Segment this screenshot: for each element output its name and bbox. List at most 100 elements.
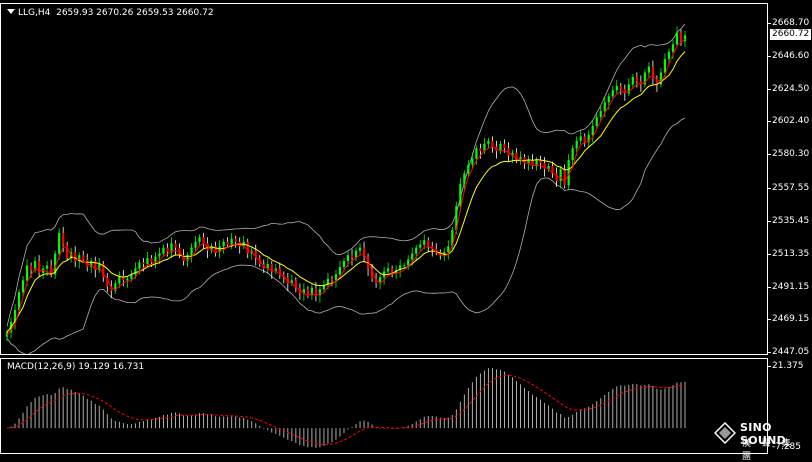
bullish-candle	[575, 140, 578, 149]
price-tickmark	[768, 220, 771, 222]
dropdown-triangle-icon[interactable]	[7, 9, 15, 14]
price-tick-label: 2491.15	[772, 281, 810, 292]
price-tickmark	[768, 253, 771, 255]
bullish-candle	[58, 232, 61, 254]
bullish-candle	[419, 244, 422, 248]
bullish-candle	[631, 76, 634, 85]
price-chart-pane[interactable]: LLG,H4 2659.93 2670.26 2659.53 2660.72	[0, 3, 768, 355]
price-tick-label: 2513.35	[772, 248, 810, 259]
bullish-candle	[407, 259, 410, 266]
bearish-candle	[619, 85, 622, 89]
bullish-candle	[230, 238, 233, 245]
bullish-candle	[415, 247, 418, 254]
bullish-candle	[607, 96, 610, 103]
bearish-candle	[166, 247, 169, 253]
bearish-candle	[543, 163, 546, 170]
macd-tickmark	[768, 366, 771, 367]
macd-pane[interactable]: MACD(12,26,9) 19.129 16.731	[0, 358, 768, 454]
bullish-candle	[46, 265, 49, 269]
bearish-candle	[479, 148, 482, 152]
price-axis: 2668.70 2646.60 2624.50 2602.40 2580.30 2557.…	[768, 0, 812, 357]
bullish-candle	[571, 148, 574, 161]
bullish-candle	[342, 261, 346, 267]
bearish-candle	[306, 289, 309, 296]
bullish-candle	[603, 102, 606, 112]
price-chart-canvas	[5, 23, 687, 354]
bearish-candle	[350, 255, 354, 259]
bullish-candle	[194, 241, 197, 248]
price-tick-label: 2469.15	[772, 314, 810, 325]
bullish-candle	[222, 241, 225, 247]
bullish-candle	[611, 90, 614, 97]
bullish-candle	[663, 59, 667, 73]
price-tick-label: 2624.50	[772, 83, 810, 94]
price-tick-label: 2580.30	[772, 149, 810, 160]
bullish-candle	[403, 265, 406, 267]
price-tickmark	[768, 319, 771, 321]
price-tickmark	[768, 55, 771, 57]
price-tickmark	[768, 88, 771, 90]
bullish-candle	[346, 255, 350, 262]
bearish-candle	[246, 241, 249, 254]
current-price-label: 2660.72	[770, 28, 812, 40]
macd-label: MACD(12,26,9) 19.129 16.731	[7, 362, 145, 372]
bearish-candle	[635, 76, 638, 82]
bullish-candle	[146, 258, 149, 265]
bullish-candle	[675, 32, 679, 45]
bullish-candle	[138, 262, 141, 269]
bullish-candle	[387, 268, 390, 272]
bullish-candle	[25, 265, 29, 281]
bullish-candle	[423, 240, 426, 245]
symbol-label: LLG,H4	[18, 8, 51, 18]
bullish-candle	[559, 169, 562, 181]
bullish-candle	[467, 164, 470, 174]
bearish-candle	[679, 32, 683, 42]
macd-signal-line	[6, 374, 686, 446]
bullish-candle	[615, 85, 618, 91]
bearish-candle	[82, 255, 85, 260]
bearish-candle	[202, 237, 205, 244]
sino-sound-watermark: SINO SOUND 漢 聲 集 團	[712, 418, 810, 462]
price-tick-label: 2447.05	[772, 347, 810, 357]
bearish-candle	[555, 173, 558, 181]
bearish-candle	[66, 244, 69, 259]
bullish-candle	[667, 51, 671, 60]
bullish-candle	[21, 280, 25, 293]
bullish-candle	[487, 140, 490, 144]
bearish-candle	[214, 246, 217, 253]
price-tick-label: 2535.45	[772, 215, 810, 226]
price-tickmark	[768, 286, 771, 288]
bearish-candle	[314, 287, 318, 296]
bearish-candle	[150, 258, 153, 263]
price-tickmark	[768, 23, 771, 24]
price-tickmark	[768, 187, 771, 189]
bearish-candle	[491, 140, 494, 147]
bullish-candle	[411, 253, 414, 260]
price-tick-label: 2646.60	[772, 50, 810, 61]
bearish-candle	[583, 136, 586, 143]
price-tickmark	[768, 121, 771, 123]
bullish-candle	[134, 268, 137, 275]
bullish-candle	[647, 66, 650, 73]
bullish-candle	[338, 266, 342, 275]
bullish-candle	[471, 158, 474, 165]
bullish-candle	[190, 247, 193, 256]
bearish-candle	[50, 265, 53, 275]
price-tickmark	[768, 352, 771, 353]
bullish-candle	[463, 173, 466, 184]
bullish-candle	[447, 246, 450, 253]
bullish-candle	[459, 183, 462, 207]
price-tickmark	[768, 154, 771, 156]
ohlc-values: 2659.93 2670.26 2659.53 2660.72	[56, 8, 214, 18]
price-tick-label: 2602.40	[772, 116, 810, 127]
bullish-candle	[126, 278, 129, 281]
bullish-candle	[358, 247, 362, 251]
macd-canvas	[6, 368, 686, 448]
price-tick-label: 2557.55	[772, 182, 810, 193]
bullish-candle	[595, 117, 598, 126]
bearish-candle	[234, 238, 237, 242]
bearish-candle	[142, 262, 145, 265]
bearish-candle	[226, 241, 229, 245]
bullish-candle	[475, 148, 478, 159]
price-tick-label: 2668.70	[772, 18, 810, 28]
